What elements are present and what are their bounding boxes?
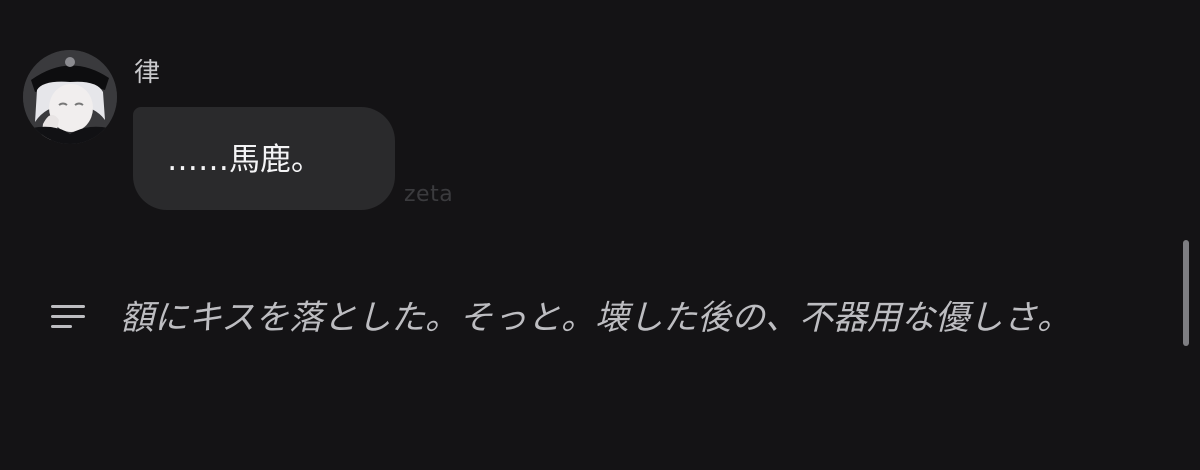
narration-text: 額にキスを落とした。そっと。壊した後の、不器用な優しさ。 xyxy=(120,298,1071,338)
avatar[interactable] xyxy=(23,50,117,144)
scrollbar-thumb[interactable] xyxy=(1183,240,1189,346)
avatar-image xyxy=(23,50,117,144)
message-bubble[interactable]: ……馬鹿。 xyxy=(133,107,395,210)
zeta-watermark: zeta xyxy=(404,182,454,207)
message-text: ……馬鹿。 xyxy=(167,142,322,178)
narration-lines-icon xyxy=(51,305,85,328)
speaker-name: 律 xyxy=(134,58,161,88)
